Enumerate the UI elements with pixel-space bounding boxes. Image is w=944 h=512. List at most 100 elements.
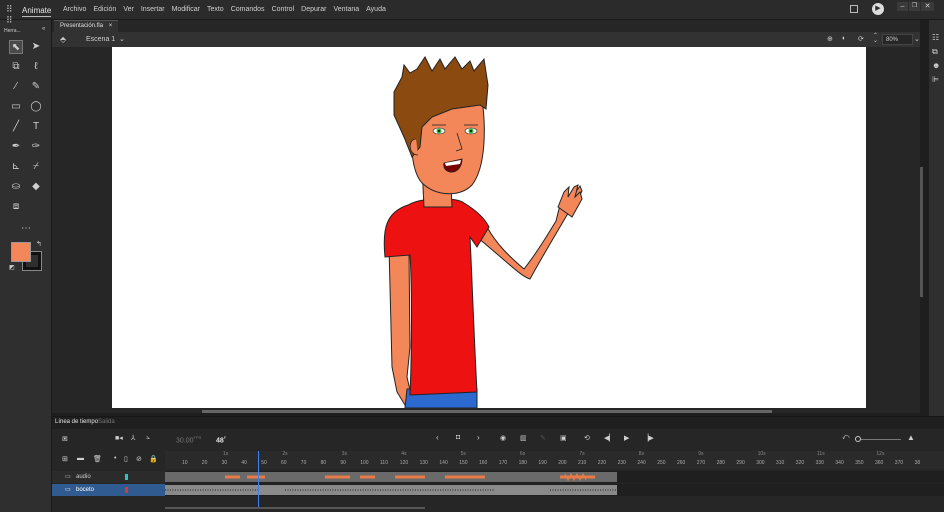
app-grid-icon[interactable]: ⠿: [6, 4, 13, 15]
timeline-zoom-slider[interactable]: [855, 436, 901, 442]
rectangle-tool-icon[interactable]: ▭: [9, 100, 23, 114]
fit-timeline-icon[interactable]: ⤺: [842, 434, 849, 442]
test-movie-icon[interactable]: ▶: [872, 3, 884, 15]
selection-tool-icon[interactable]: ⬉: [9, 40, 23, 54]
fps-value[interactable]: 30.00FPS: [176, 435, 201, 444]
vertical-scrollbar[interactable]: [920, 167, 923, 297]
parent-view-icon[interactable]: ⅄: [131, 434, 135, 442]
insert-keyframe-icon[interactable]: ◘: [456, 434, 460, 441]
minimize-icon[interactable]: –: [897, 2, 908, 11]
menu-edicion[interactable]: Edición: [93, 6, 116, 13]
menu-ayuda[interactable]: Ayuda: [366, 6, 386, 13]
horizontal-scrollbar[interactable]: [202, 410, 772, 413]
properties-panel-icon[interactable]: ☷: [932, 33, 939, 42]
eyedropper-tool-icon[interactable]: ⌿: [29, 160, 43, 174]
zoom-stepper-icon[interactable]: ⌃ ⌄: [873, 33, 878, 44]
layer-name-boceto[interactable]: boceto: [76, 487, 94, 493]
pen-tool-icon[interactable]: ✒: [9, 140, 23, 154]
new-folder-icon[interactable]: ▬: [77, 455, 84, 462]
highlight-icon[interactable]: •: [114, 455, 116, 462]
subselection-tool-icon[interactable]: ➤: [29, 40, 43, 54]
tools-collapse-icon[interactable]: «: [42, 26, 45, 32]
frame-number-label: 70: [300, 460, 307, 466]
camera-icon[interactable]: ■◂: [115, 434, 123, 442]
align-panel-icon[interactable]: ⊫: [932, 75, 939, 84]
swap-colors-icon[interactable]: ↰: [36, 240, 42, 248]
frame-number-label: 110: [380, 460, 388, 466]
timeline-zoom-handle[interactable]: [855, 436, 861, 442]
paint-brush-tool-icon[interactable]: ✎: [29, 80, 43, 94]
menu-comandos[interactable]: Comandos: [231, 6, 265, 13]
frame-marker-icon[interactable]: ▣: [560, 434, 567, 442]
back-icon[interactable]: ⬘: [60, 35, 66, 44]
default-colors-icon[interactable]: ◩: [9, 264, 15, 271]
assets-panel-icon[interactable]: ☻: [932, 61, 940, 70]
play-icon[interactable]: ▶: [624, 434, 629, 442]
paint-bucket-tool-icon[interactable]: ⛀: [9, 180, 23, 194]
workspace-icon[interactable]: [850, 5, 858, 13]
tab-timeline[interactable]: Línea de tiempo: [55, 419, 98, 425]
camera-tool-icon[interactable]: ⧈: [9, 200, 23, 214]
menu-control[interactable]: Control: [272, 6, 295, 13]
tab-output[interactable]: Salida: [98, 419, 115, 425]
graph-icon[interactable]: ⦣: [146, 434, 150, 442]
document-tab[interactable]: Presentación.fla ×: [54, 20, 119, 32]
scene-dropdown-icon[interactable]: ⌄: [119, 35, 125, 43]
menu-ventana[interactable]: Ventana: [333, 6, 359, 13]
stage-canvas[interactable]: [112, 47, 866, 409]
delete-layer-icon[interactable]: 🗑: [93, 455, 102, 463]
frame-ruler[interactable]: 1s 2s 3s 4s 5s 6s 7s 8s 9s 10s 11s 12s 10 20 30 40 50 60…: [165, 451, 944, 469]
next-keyframe-icon[interactable]: ›: [477, 433, 480, 442]
frame-track-boceto[interactable]: [165, 484, 944, 496]
current-frame[interactable]: 48F: [216, 435, 226, 444]
library-panel-icon[interactable]: ⧉: [932, 47, 938, 57]
oval-tool-icon[interactable]: ◯: [29, 100, 43, 114]
width-tool-icon[interactable]: ✑: [29, 140, 43, 154]
visibility-icon[interactable]: ⊘: [136, 455, 142, 463]
close-tab-icon[interactable]: ×: [109, 23, 113, 29]
close-icon[interactable]: ✕: [921, 2, 934, 11]
zoom-field[interactable]: 80%: [882, 34, 913, 45]
menu-texto[interactable]: Texto: [207, 6, 224, 13]
step-forward-icon[interactable]: ▕▶: [643, 434, 654, 442]
lasso-tool-icon[interactable]: ℓ: [29, 60, 43, 74]
menu-archivo[interactable]: Archivo: [63, 6, 86, 13]
menu-modificar[interactable]: Modificar: [172, 6, 200, 13]
prev-keyframe-icon[interactable]: ‹: [436, 433, 439, 442]
new-layer-icon[interactable]: ⊞: [62, 455, 68, 463]
brush-tool-icon[interactable]: ⁄: [9, 80, 23, 94]
center-stage-icon[interactable]: ⊕: [827, 35, 833, 43]
line-tool-icon[interactable]: ╱: [9, 120, 23, 134]
playhead[interactable]: [258, 451, 259, 507]
layer-name-audio[interactable]: audio: [76, 474, 91, 480]
frame-number-label: 230: [617, 460, 626, 466]
zoom-dropdown-icon[interactable]: ⌄: [914, 35, 920, 43]
layers-icon[interactable]: ⧆: [62, 433, 68, 444]
edit-multiple-frames-icon[interactable]: ▥: [520, 434, 527, 442]
onion-skin-icon[interactable]: ◉: [500, 434, 506, 442]
layer-row-boceto[interactable]: ▭ boceto: [52, 484, 165, 496]
zoom-in-icon[interactable]: ▲: [907, 433, 915, 442]
step-back-icon[interactable]: ◀▏: [604, 434, 615, 442]
frame-track-audio[interactable]: [165, 471, 944, 483]
menu-depurar[interactable]: Depurar: [301, 6, 326, 13]
fill-color-swatch[interactable]: [11, 242, 31, 262]
loop-icon[interactable]: ⟲: [584, 434, 590, 442]
second-label: 4s: [401, 451, 407, 457]
layer-color-audio[interactable]: [125, 474, 128, 480]
layer-row-audio[interactable]: ▭ audio: [52, 471, 165, 483]
menu-ver[interactable]: Ver: [123, 6, 134, 13]
eraser-tool-icon[interactable]: ◆: [29, 180, 43, 194]
clip-content-icon[interactable]: ◐: [842, 35, 846, 42]
outline-icon[interactable]: ▯: [124, 455, 128, 463]
rotate-stage-icon[interactable]: ⟳: [858, 35, 864, 43]
free-transform-tool-icon[interactable]: ⧉: [9, 60, 23, 74]
timeline-scrollbar[interactable]: [165, 507, 425, 509]
bone-tool-icon[interactable]: ⊾: [9, 160, 23, 174]
more-tools-icon[interactable]: ⋯: [19, 222, 33, 236]
text-tool-icon[interactable]: T: [29, 120, 43, 134]
restore-icon[interactable]: ❐: [909, 2, 920, 11]
lock-icon[interactable]: 🔒: [149, 455, 158, 463]
layer-color-boceto[interactable]: [125, 487, 128, 493]
menu-insertar[interactable]: Insertar: [141, 6, 165, 13]
